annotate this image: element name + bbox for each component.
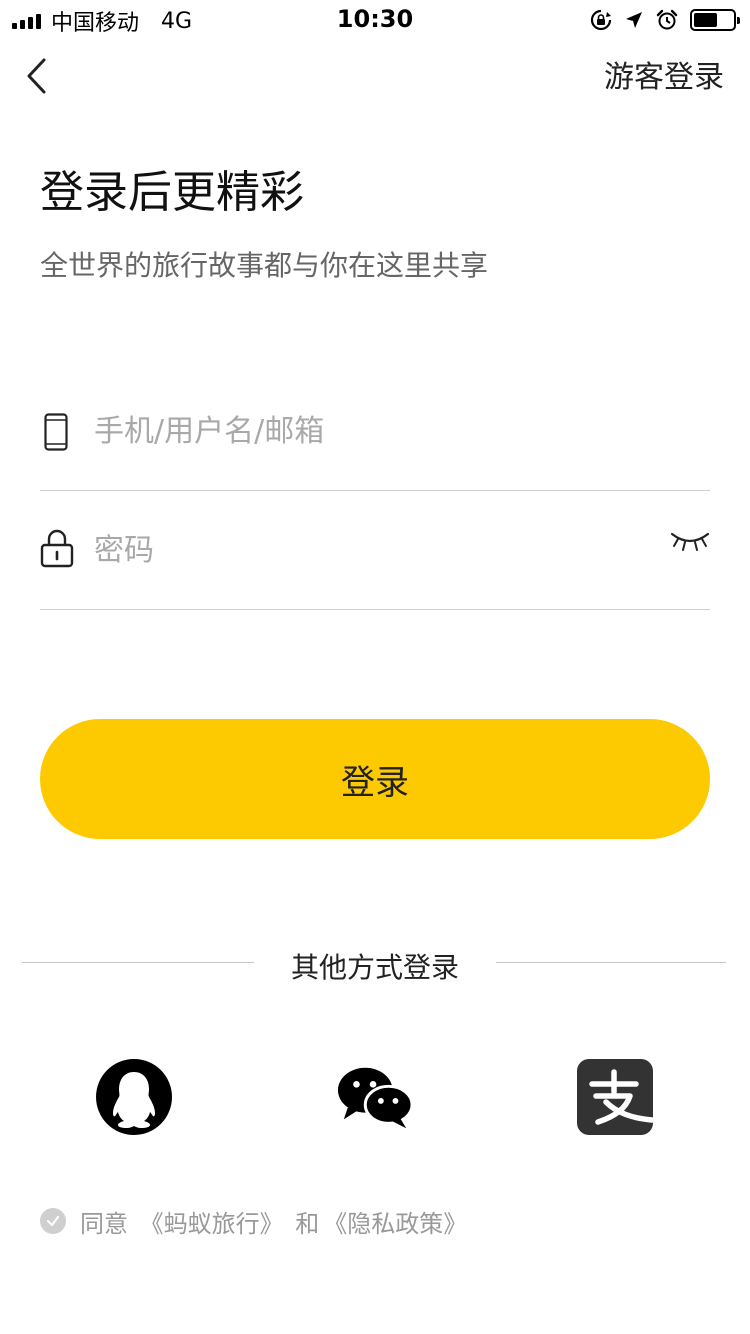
agreement-joiner: 和 [295,1209,320,1238]
alipay-login-button[interactable] [576,1058,654,1136]
page-title: 登录后更精彩 [40,167,304,218]
page-subtitle: 全世界的旅行故事都与你在这里共享 [40,249,489,282]
alipay-icon [577,1059,654,1135]
guest-login-button[interactable]: 游客登录 [604,52,724,96]
check-icon[interactable] [40,1208,66,1234]
rotation-lock-icon [590,9,612,31]
qq-login-button[interactable] [95,1058,173,1136]
wechat-icon [337,1067,414,1129]
account-field [40,371,710,491]
login-button[interactable]: 登录 [40,719,710,839]
divider-right [496,962,726,963]
other-login-label: 其他方式登录 [290,951,459,984]
battery-icon [690,9,740,31]
location-arrow-icon [626,12,642,28]
wechat-login-button[interactable] [336,1058,414,1136]
alarm-clock-icon [656,9,678,30]
chevron-left-icon[interactable] [22,56,52,96]
password-input[interactable] [94,520,654,580]
battery-level-fill [694,13,717,27]
privacy-link[interactable]: 《隐私政策》 [323,1210,467,1238]
qq-icon [96,1059,172,1135]
status-bar: 中国移动 4G 10:30 [0,0,750,40]
password-field [40,490,710,610]
phone-icon [44,413,68,451]
agreement-text: 同意 《蚂蚁旅行》 和《隐私政策》 [80,1204,471,1239]
eye-closed-icon[interactable] [670,530,710,554]
terms-link[interactable]: 《蚂蚁旅行》 [140,1210,284,1238]
agreement-row: 同意 《蚂蚁旅行》 和《隐私政策》 [40,1204,471,1239]
agreement-prefix: 同意 [80,1209,128,1238]
status-right [590,6,740,34]
account-input[interactable] [94,401,654,461]
lock-icon [40,529,74,568]
